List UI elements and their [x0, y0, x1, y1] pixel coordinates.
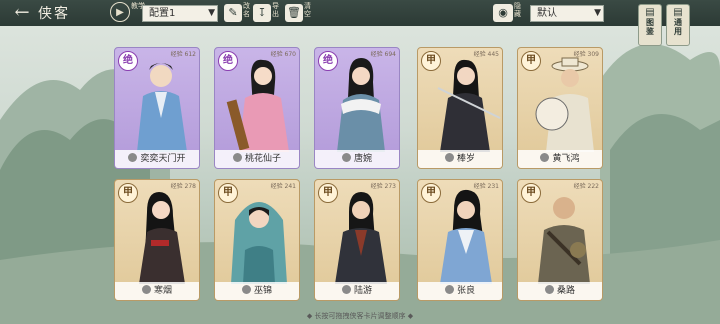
- hero-card[interactable]: 绝 经验 612 奕奕天门开: [114, 47, 200, 169]
- chevron-down-icon: ▼: [208, 8, 215, 18]
- hero-card[interactable]: 甲 经验 445 棒岁: [417, 47, 503, 169]
- card-level: 经验 231: [473, 183, 499, 190]
- sort-select[interactable]: 默认 ▼: [530, 5, 604, 22]
- config-select-value: 配置1: [149, 8, 176, 19]
- faction-emblem-icon: [444, 153, 454, 162]
- edit-button[interactable]: ✎: [224, 4, 242, 22]
- hero-card[interactable]: 甲 经验 231 张良: [417, 179, 503, 301]
- rank-stamp: 甲: [318, 183, 338, 203]
- codex-label: 图鉴: [646, 17, 654, 36]
- card-level: 经验 273: [370, 183, 396, 190]
- chevron-down-icon: ▼: [594, 8, 601, 18]
- trash-icon: 🗑: [287, 6, 301, 19]
- back-arrow-icon[interactable]: ←: [4, 2, 40, 24]
- card-name: 奕奕天门开: [140, 154, 186, 164]
- hero-card[interactable]: 甲 经验 273 陆游: [314, 179, 400, 301]
- faction-emblem-icon: [241, 285, 251, 294]
- card-name: 陆游: [353, 286, 372, 296]
- faction-emblem-icon: [341, 285, 351, 294]
- card-level: 经验 222: [573, 183, 599, 190]
- hero-card[interactable]: 绝 经验 670 桃花仙子: [214, 47, 300, 169]
- card-level: 经验 309: [573, 51, 599, 58]
- card-level: 经验 612: [170, 51, 196, 58]
- rank-stamp: 绝: [118, 51, 138, 71]
- hero-card[interactable]: 甲 经验 309 黄飞鸿: [517, 47, 603, 169]
- faction-emblem-icon: [141, 285, 151, 294]
- card-name-bar: 棒岁: [418, 150, 502, 168]
- card-name: 寒烟: [153, 286, 172, 296]
- faction-emblem-icon: [232, 153, 242, 162]
- clear-button[interactable]: 🗑: [285, 4, 303, 22]
- card-name-bar: 张良: [418, 282, 502, 300]
- play-tutorial-icon[interactable]: ▶: [110, 2, 130, 22]
- hide-label: 隐藏: [514, 2, 521, 18]
- general-label: 通用: [674, 17, 682, 36]
- hide-button[interactable]: ◉: [493, 4, 513, 22]
- rank-stamp: 甲: [118, 183, 138, 203]
- hero-card-grid: 绝 经验 612 奕奕天门开 绝 经验 670 桃花仙子 绝 经验 694 唐婉: [0, 0, 720, 324]
- faction-emblem-icon: [128, 153, 138, 162]
- card-name-bar: 唐婉: [315, 150, 399, 168]
- rank-stamp: 绝: [318, 51, 338, 71]
- faction-emblem-icon: [444, 285, 454, 294]
- card-level: 经验 445: [473, 51, 499, 58]
- card-name-bar: 桃花仙子: [215, 150, 299, 168]
- card-name-bar: 奕奕天门开: [115, 150, 199, 168]
- hero-card[interactable]: 甲 经验 241 巫锦: [214, 179, 300, 301]
- rank-stamp: 绝: [218, 51, 238, 71]
- card-name: 张良: [456, 286, 475, 296]
- card-level: 经验 241: [270, 183, 296, 190]
- card-name-bar: 桑路: [518, 282, 602, 300]
- faction-emblem-icon: [544, 285, 554, 294]
- rank-stamp: 甲: [521, 51, 541, 71]
- card-name-bar: 陆游: [315, 282, 399, 300]
- general-button[interactable]: ▤ 通用: [666, 4, 690, 46]
- codex-button[interactable]: ▤ 图鉴: [638, 4, 662, 46]
- hero-card[interactable]: 甲 经验 222 桑路: [517, 179, 603, 301]
- card-name: 巫锦: [253, 286, 272, 296]
- rank-stamp: 甲: [421, 51, 441, 71]
- pencil-icon: ✎: [228, 6, 238, 19]
- hero-card[interactable]: 绝 经验 694 唐婉: [314, 47, 400, 169]
- top-bar: ← 侠客 ▶ 教学 配置1 ▼ ✎ 改名 ↧ 导出 🗑 清空 ◉ 隐藏 默认 ▼: [0, 0, 720, 26]
- page-title: 侠客: [38, 6, 70, 22]
- card-level: 经验 278: [170, 183, 196, 190]
- card-level: 经验 670: [270, 51, 296, 58]
- config-select[interactable]: 配置1 ▼: [142, 5, 218, 22]
- card-name: 棒岁: [456, 154, 475, 164]
- export-button[interactable]: ↧: [253, 4, 271, 22]
- card-name-bar: 黄飞鸿: [518, 150, 602, 168]
- rank-stamp: 甲: [218, 183, 238, 203]
- download-icon: ↧: [257, 6, 267, 19]
- card-name: 桃花仙子: [244, 154, 281, 164]
- card-level: 经验 694: [370, 51, 396, 58]
- card-name: 唐婉: [353, 154, 372, 164]
- drag-hint: ◆ 长按可拖拽侠客卡片调整顺序 ◆: [306, 312, 414, 320]
- faction-emblem-icon: [341, 153, 351, 162]
- faction-emblem-icon: [540, 153, 550, 162]
- edit-label: 改名: [243, 2, 250, 18]
- export-label: 导出: [272, 2, 279, 18]
- eye-icon: ◉: [498, 6, 508, 19]
- clear-label: 清空: [304, 2, 311, 18]
- rank-stamp: 甲: [521, 183, 541, 203]
- rank-stamp: 甲: [421, 183, 441, 203]
- card-name: 桑路: [556, 286, 575, 296]
- sort-select-value: 默认: [537, 8, 557, 19]
- card-name-bar: 寒烟: [115, 282, 199, 300]
- card-name: 黄飞鸿: [552, 154, 580, 164]
- card-name-bar: 巫锦: [215, 282, 299, 300]
- hero-card[interactable]: 甲 经验 278 寒烟: [114, 179, 200, 301]
